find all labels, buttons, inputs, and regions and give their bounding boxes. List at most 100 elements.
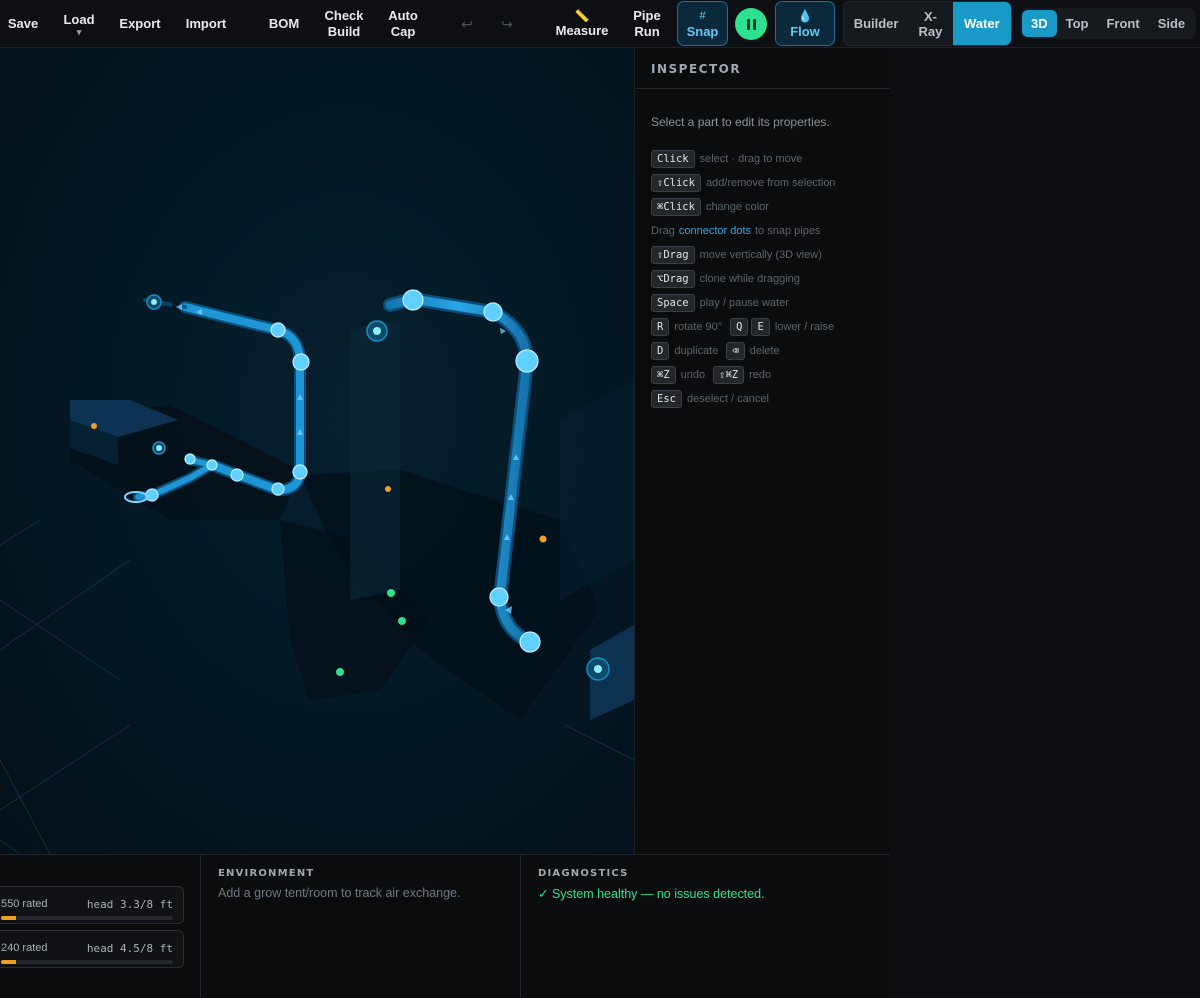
mode-switcher: Builder X-Ray Water <box>843 1 1012 46</box>
3d-viewport[interactable] <box>0 48 634 854</box>
auto-cap-label-1: Auto <box>388 7 418 23</box>
pump-head-bar-fill <box>1 916 17 920</box>
key-d: D <box>651 342 670 360</box>
shortcut-row: D duplicate ⌫ delete <box>651 339 890 363</box>
redo-button[interactable]: ↪ <box>496 0 518 47</box>
shortcut-row: Drag connector dots to snap pipes <box>651 219 890 243</box>
key-shift-drag: ⇧Drag <box>651 246 695 264</box>
mode-xray-label: X-Ray <box>918 8 943 39</box>
key-r: R <box>651 318 670 336</box>
key-delete: ⌫ <box>726 342 745 360</box>
key-redo: ⇧⌘Z <box>713 366 745 384</box>
pipe-run-label-1: Pipe <box>633 7 661 23</box>
import-label: Import <box>185 15 227 31</box>
save-button[interactable]: Save <box>4 0 42 47</box>
mode-xray[interactable]: X-Ray <box>908 2 953 45</box>
shortcut-row: ⌥Drag clone while dragging <box>651 267 890 291</box>
environment-section: ENVIRONMENT Add a grow tent/room to trac… <box>202 855 521 998</box>
import-button[interactable]: Import <box>183 0 229 47</box>
elbow-fitting[interactable] <box>292 464 308 480</box>
shortcut-row: ⇧Drag move vertically (3D view) <box>651 243 890 267</box>
shortcut-desc: change color <box>705 201 769 213</box>
shortcut-desc: to snap pipes <box>755 225 821 237</box>
connector-dots-link[interactable]: connector dots <box>679 225 751 237</box>
pipe-run-button[interactable]: Pipe Run <box>630 0 664 47</box>
view-front[interactable]: Front <box>1097 10 1148 37</box>
pump-head-bar <box>1 916 173 920</box>
elbow-fitting[interactable] <box>402 289 424 311</box>
auto-cap-button[interactable]: Auto Cap <box>386 0 420 47</box>
tee-fitting[interactable] <box>206 459 218 471</box>
coupling-fitting[interactable] <box>230 468 244 482</box>
shortcut-desc: lower / raise <box>774 321 835 333</box>
elbow-fitting[interactable] <box>515 349 539 373</box>
view-3d[interactable]: 3D <box>1022 10 1057 37</box>
key-esc: Esc <box>651 390 682 408</box>
snap-toggle[interactable]: # Snap <box>677 1 728 46</box>
shortcut-desc: move vertically (3D view) <box>699 249 822 261</box>
bom-label: BOM <box>268 15 300 31</box>
diagnostics-section: DIAGNOSTICS ✓ System healthy — no issues… <box>522 855 890 998</box>
pump-rated: 240 rated <box>1 942 48 954</box>
snap-label: Snap <box>686 23 719 39</box>
export-button[interactable]: Export <box>116 0 164 47</box>
connector-dot-core <box>156 445 162 451</box>
pump-head-bar-fill <box>1 960 17 964</box>
pump-card[interactable]: 550 rated head 3.3/8 ft <box>0 886 184 924</box>
diagnostics-title: DIAGNOSTICS <box>538 868 629 879</box>
shortcut-row: ⌘Click change color <box>651 195 890 219</box>
tee-fitting[interactable] <box>184 453 196 465</box>
measure-button[interactable]: 📏 Measure <box>553 0 611 47</box>
pump-head: head 3.3/8 ft <box>86 898 173 911</box>
connector-dot-core <box>594 665 602 673</box>
shortcut-desc: duplicate <box>674 345 719 357</box>
warning-marker <box>539 535 547 543</box>
elbow-fitting[interactable] <box>270 322 286 338</box>
elbow-fitting[interactable] <box>292 353 310 371</box>
shortcut-row: ⌘Z undo ⇧⌘Z redo <box>651 363 890 387</box>
mode-builder[interactable]: Builder <box>844 2 908 45</box>
elbow-fitting[interactable] <box>489 587 509 607</box>
flow-toggle[interactable]: 💧 Flow <box>775 1 835 46</box>
ok-marker <box>336 668 344 676</box>
elbow-fitting[interactable] <box>483 302 503 322</box>
mode-water[interactable]: Water <box>952 2 1011 45</box>
pump-rated: 550 rated <box>1 898 48 910</box>
load-button[interactable]: Load ▾ <box>60 0 98 47</box>
redo-icon: ↪ <box>501 15 513 32</box>
pause-button[interactable] <box>735 8 767 40</box>
bom-button[interactable]: BOM <box>265 0 303 47</box>
key-cmd-click: ⌘Click <box>651 198 701 216</box>
ok-marker <box>387 589 395 597</box>
toolbar: Save Load ▾ Export Import BOM Check Buil… <box>0 0 1200 48</box>
ok-marker <box>398 617 406 625</box>
view-top[interactable]: Top <box>1057 10 1098 37</box>
shortcut-list: Click select · drag to move ⇧Click add/r… <box>635 129 890 411</box>
save-label: Save <box>7 15 39 31</box>
elbow-fitting[interactable] <box>519 631 541 653</box>
key-click: Click <box>651 150 695 168</box>
grid-snap-icon: # <box>699 9 706 22</box>
undo-button[interactable]: ↩ <box>456 0 478 47</box>
view-side[interactable]: Side <box>1149 10 1194 37</box>
elbow-fitting[interactable] <box>271 482 285 496</box>
export-label: Export <box>119 15 161 31</box>
chevron-down-icon: ▾ <box>76 26 82 37</box>
pump-head-bar <box>1 960 173 964</box>
shortcut-desc: redo <box>749 369 772 381</box>
key-q: Q <box>730 318 749 336</box>
scene-canvas[interactable] <box>0 48 634 854</box>
pump-card[interactable]: 240 rated head 4.5/8 ft <box>0 930 184 968</box>
view-switcher: 3D Top Front Side <box>1020 8 1197 39</box>
coupling-fitting[interactable] <box>145 488 159 502</box>
pumps-section: 550 rated head 3.3/8 ft 240 rated head 4… <box>0 855 201 998</box>
shortcut-row: Esc deselect / cancel <box>651 387 890 411</box>
check-build-button[interactable]: Check Build <box>322 0 366 47</box>
environment-title: ENVIRONMENT <box>218 868 315 879</box>
environment-hint: Add a grow tent/room to track air exchan… <box>218 886 461 900</box>
shortcut-desc: select · drag to move <box>699 153 803 165</box>
warning-marker <box>385 486 391 492</box>
inspector-hint: Select a part to edit its properties. <box>651 115 830 129</box>
load-label: Load <box>63 11 95 27</box>
connector-dot-core <box>151 299 157 305</box>
